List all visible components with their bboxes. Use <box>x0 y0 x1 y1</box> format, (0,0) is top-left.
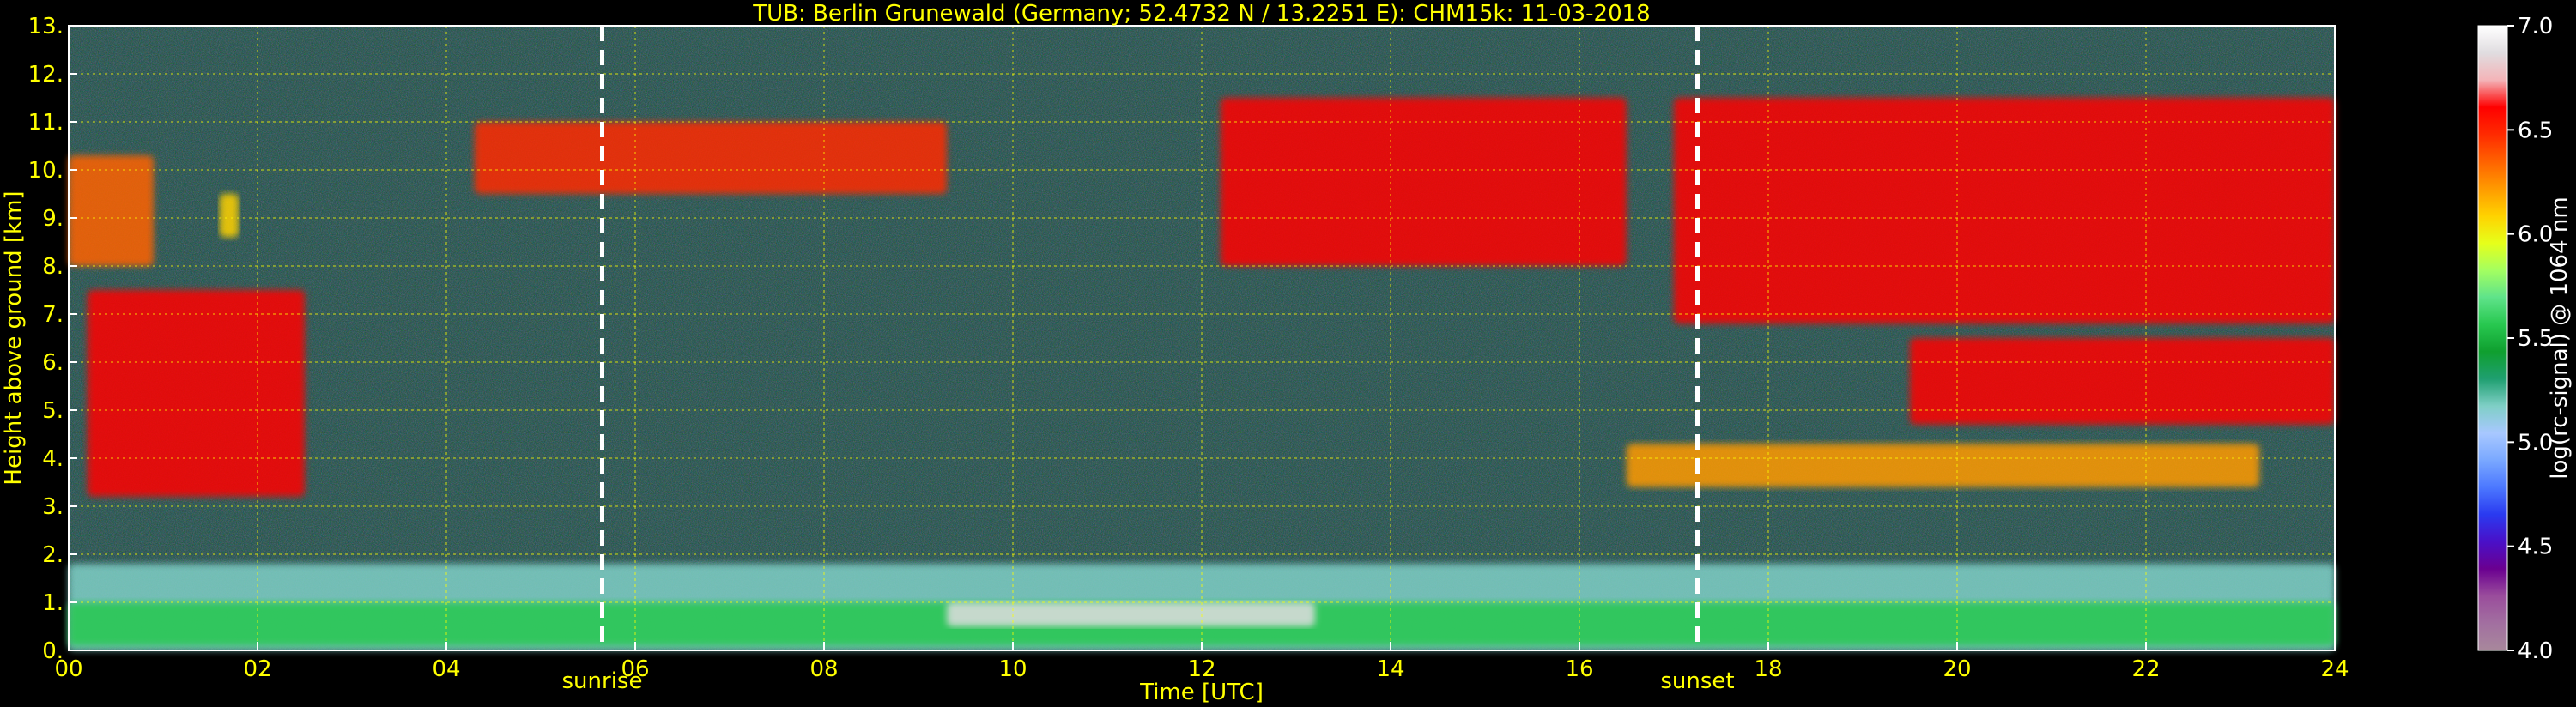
colorbar-tick-label: 4.0 <box>2518 638 2553 664</box>
x-tick-label: 16 <box>1565 656 1593 682</box>
y-tick-label: 9. <box>42 206 64 232</box>
x-tick-label: 02 <box>243 656 271 682</box>
x-tick-label: 04 <box>432 656 460 682</box>
feature-cloud-night <box>69 155 154 266</box>
y-tick-label: 8. <box>42 254 64 280</box>
feature-cloud-descending <box>88 290 305 497</box>
colorbar-tick-label: 6.5 <box>2518 118 2553 143</box>
colorbar-tick-label: 4.5 <box>2518 535 2553 560</box>
x-axis-label: Time [UTC] <box>1139 680 1264 705</box>
y-tick-label: 4. <box>42 446 64 472</box>
x-tick-label: 22 <box>2131 656 2160 682</box>
y-axis-label: Height above ground [km] <box>1 190 27 485</box>
x-tick-label: 20 <box>1943 656 1971 682</box>
y-tick-label: 12. <box>28 62 64 88</box>
chart-title: TUB: Berlin Grunewald (Germany; 52.4732 … <box>752 1 1650 27</box>
feature-cirrus-evening <box>1674 98 2335 324</box>
feature-cloud-low-evening <box>1627 444 2259 487</box>
x-tick-label: 12 <box>1187 656 1215 682</box>
x-tick-label: 14 <box>1376 656 1404 682</box>
feature-low-cloud-midday <box>947 602 1315 626</box>
x-tick-label: 00 <box>54 656 82 682</box>
feature-cirrus-morning <box>475 122 947 194</box>
y-tick-label: 13. <box>28 14 64 39</box>
x-tick-label: 10 <box>998 656 1027 682</box>
y-tick-label: 11. <box>28 110 64 136</box>
y-tick-label: 5. <box>42 398 64 424</box>
colorbar-label: log(rc-signal) @ 1064 nm <box>2547 196 2573 479</box>
y-tick-label: 6. <box>42 350 64 376</box>
y-tick-label: 2. <box>42 542 64 568</box>
feature-cirrus-afternoon <box>1221 98 1627 266</box>
x-tick-label: 18 <box>1754 656 1782 682</box>
x-tick-label: 08 <box>809 656 838 682</box>
y-tick-label: 7. <box>42 302 64 328</box>
y-tick-label: 1. <box>42 590 64 616</box>
colorbar <box>2477 25 2508 651</box>
sunset-label: sunset <box>1660 668 1734 694</box>
x-tick-label: 24 <box>2320 656 2349 682</box>
y-tick-label: 3. <box>42 494 64 520</box>
y-tick-label: 10. <box>28 158 64 184</box>
x-tick-label: 06 <box>621 656 649 682</box>
colorbar-tick-label: 7.0 <box>2518 14 2553 39</box>
lidar-quicklook-chart: sunrise sunset 0.1.2.3.4.5.6.7.8.9.10.11.… <box>1 1 2573 705</box>
feature-cloud-midlevel-evening <box>1910 338 2335 425</box>
feature-cloud-small <box>220 194 239 238</box>
